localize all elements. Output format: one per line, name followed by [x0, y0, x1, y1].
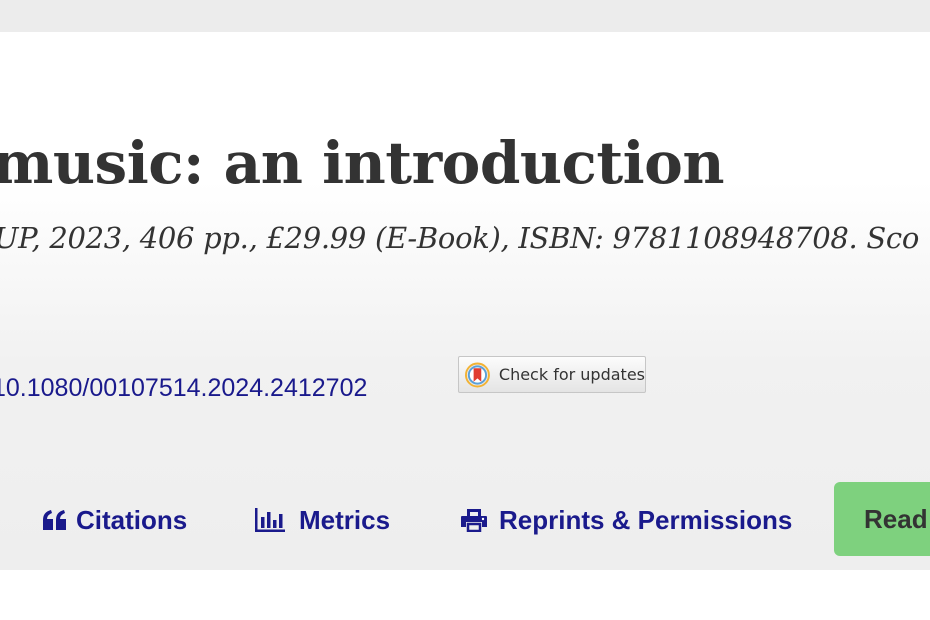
article-subtitle: UP, 2023, 406 pp., £29.99 (E-Book), ISBN…	[0, 221, 919, 255]
bar-chart-icon	[255, 508, 285, 532]
citations-label: Citations	[76, 504, 188, 535]
doi-link[interactable]: 10.1080/00107514.2024.2412702	[0, 371, 367, 405]
bottom-band	[0, 570, 930, 620]
reprints-label: Reprints & Permissions	[499, 504, 793, 535]
read-button[interactable]: Read	[834, 482, 930, 556]
reprints-permissions-link[interactable]: Reprints & Permissions	[460, 500, 792, 540]
metrics-label: Metrics	[299, 504, 391, 535]
printer-icon	[461, 509, 487, 532]
top-band	[0, 0, 930, 32]
metrics-link[interactable]: Metrics	[255, 500, 390, 540]
article-title: music: an introduction	[0, 129, 725, 197]
article-header-panel: music: an introduction UP, 2023, 406 pp.…	[0, 32, 930, 570]
check-for-updates-label: Check for updates	[498, 365, 645, 384]
bookmark-badge-icon	[465, 362, 490, 387]
quote-icon	[43, 510, 66, 530]
check-for-updates-button[interactable]: Check for updates	[458, 356, 646, 393]
citations-link[interactable]: Citations	[42, 500, 187, 540]
